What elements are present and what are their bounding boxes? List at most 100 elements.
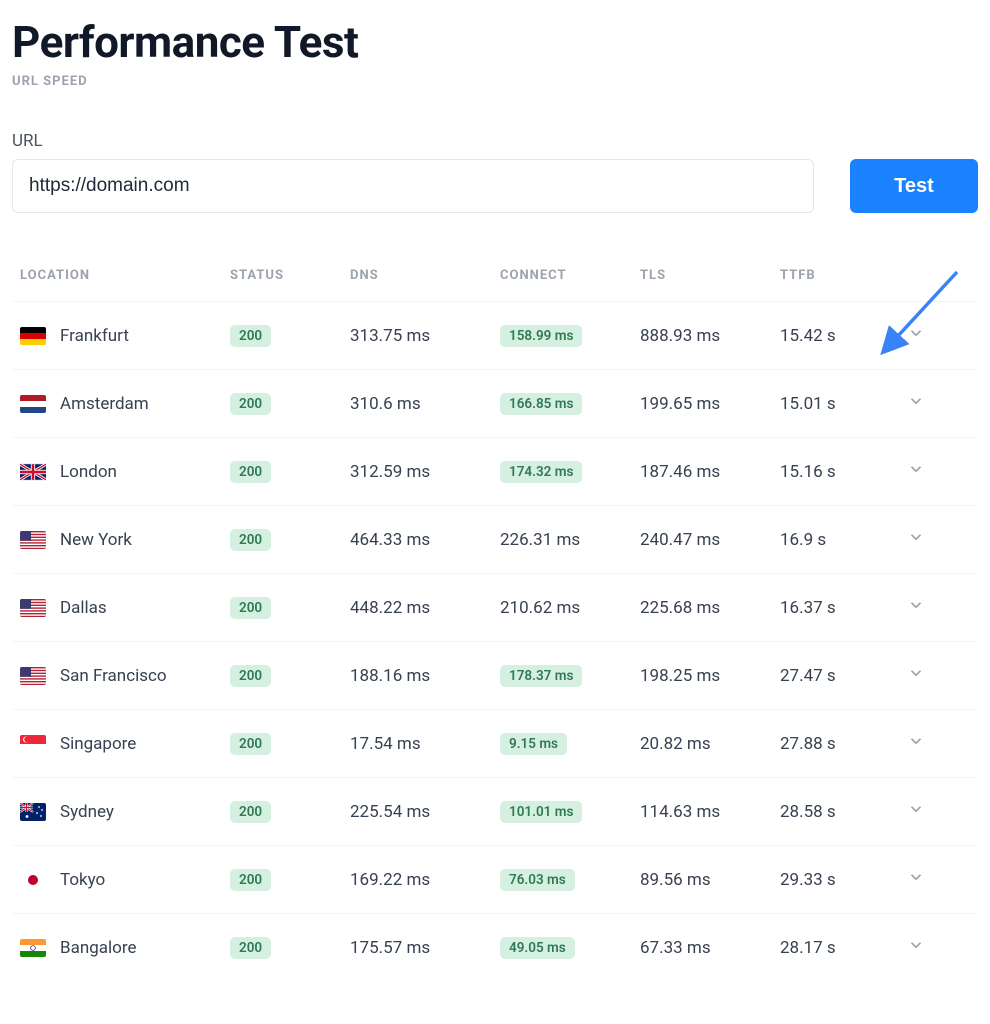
dns-value: 175.57 ms	[350, 938, 500, 958]
status-badge: 200	[230, 529, 271, 551]
tls-value: 888.93 ms	[640, 326, 780, 346]
location-name: Tokyo	[60, 870, 105, 890]
connect-value: 76.03 ms	[500, 869, 575, 891]
tls-value: 199.65 ms	[640, 394, 780, 414]
dns-value: 464.33 ms	[350, 530, 500, 550]
chevron-down-icon[interactable]	[907, 664, 925, 682]
table-row: Singapore 200 17.54 ms 9.15 ms 20.82 ms …	[12, 709, 978, 777]
connect-value: 226.31 ms	[500, 530, 580, 550]
location-name: Singapore	[60, 734, 136, 754]
tls-value: 187.46 ms	[640, 462, 780, 482]
dns-value: 188.16 ms	[350, 666, 500, 686]
flag-icon	[20, 871, 46, 889]
test-button[interactable]: Test	[850, 159, 978, 213]
page-subtitle: URL SPEED	[12, 74, 978, 89]
tls-value: 114.63 ms	[640, 802, 780, 822]
table-header: LOCATION STATUS DNS CONNECT TLS TTFB	[12, 249, 978, 301]
dns-value: 310.6 ms	[350, 394, 500, 414]
ttfb-value: 15.42 s	[780, 326, 885, 346]
location-name: Dallas	[60, 598, 107, 618]
flag-icon	[20, 599, 46, 617]
col-status: STATUS	[230, 268, 350, 283]
col-tls: TLS	[640, 268, 780, 283]
flag-icon	[20, 463, 46, 481]
url-label: URL	[12, 131, 978, 151]
status-badge: 200	[230, 597, 271, 619]
connect-value: 166.85 ms	[500, 393, 582, 415]
ttfb-value: 15.16 s	[780, 462, 885, 482]
ttfb-value: 29.33 s	[780, 870, 885, 890]
table-row: Bangalore 200 175.57 ms 49.05 ms 67.33 m…	[12, 913, 978, 981]
ttfb-value: 16.37 s	[780, 598, 885, 618]
chevron-down-icon[interactable]	[907, 528, 925, 546]
chevron-down-icon[interactable]	[907, 936, 925, 954]
status-badge: 200	[230, 801, 271, 823]
ttfb-value: 27.88 s	[780, 734, 885, 754]
chevron-down-icon[interactable]	[907, 868, 925, 886]
tls-value: 198.25 ms	[640, 666, 780, 686]
status-badge: 200	[230, 461, 271, 483]
table-row: Amsterdam 200 310.6 ms 166.85 ms 199.65 …	[12, 369, 978, 437]
chevron-down-icon[interactable]	[907, 460, 925, 478]
status-badge: 200	[230, 665, 271, 687]
location-name: San Francisco	[60, 666, 167, 686]
connect-value: 158.99 ms	[500, 325, 582, 347]
flag-icon	[20, 667, 46, 685]
url-input[interactable]	[12, 159, 814, 213]
table-row: San Francisco 200 188.16 ms 178.37 ms 19…	[12, 641, 978, 709]
connect-value: 178.37 ms	[500, 665, 582, 687]
col-location: LOCATION	[20, 268, 230, 283]
tls-value: 225.68 ms	[640, 598, 780, 618]
status-badge: 200	[230, 393, 271, 415]
flag-icon	[20, 803, 46, 821]
tls-value: 20.82 ms	[640, 734, 780, 754]
status-badge: 200	[230, 733, 271, 755]
location-name: Amsterdam	[60, 394, 149, 414]
col-dns: DNS	[350, 268, 500, 283]
connect-value: 49.05 ms	[500, 937, 575, 959]
table-row: New York 200 464.33 ms 226.31 ms 240.47 …	[12, 505, 978, 573]
chevron-down-icon[interactable]	[907, 800, 925, 818]
location-name: London	[60, 462, 117, 482]
connect-value: 210.62 ms	[500, 598, 580, 618]
connect-value: 9.15 ms	[500, 733, 567, 755]
dns-value: 169.22 ms	[350, 870, 500, 890]
flag-icon	[20, 395, 46, 413]
flag-icon	[20, 735, 46, 753]
page-title: Performance Test	[12, 16, 978, 68]
dns-value: 17.54 ms	[350, 734, 500, 754]
status-badge: 200	[230, 325, 271, 347]
results-table: LOCATION STATUS DNS CONNECT TLS TTFB Fra…	[12, 249, 978, 981]
ttfb-value: 27.47 s	[780, 666, 885, 686]
chevron-down-icon[interactable]	[907, 732, 925, 750]
tls-value: 240.47 ms	[640, 530, 780, 550]
dns-value: 313.75 ms	[350, 326, 500, 346]
ttfb-value: 15.01 s	[780, 394, 885, 414]
chevron-down-icon[interactable]	[907, 392, 925, 410]
tls-value: 67.33 ms	[640, 938, 780, 958]
status-badge: 200	[230, 937, 271, 959]
dns-value: 225.54 ms	[350, 802, 500, 822]
col-connect: CONNECT	[500, 268, 640, 283]
location-name: Sydney	[60, 802, 114, 822]
chevron-down-icon[interactable]	[907, 596, 925, 614]
ttfb-value: 28.58 s	[780, 802, 885, 822]
table-row: London 200 312.59 ms 174.32 ms 187.46 ms…	[12, 437, 978, 505]
tls-value: 89.56 ms	[640, 870, 780, 890]
dns-value: 312.59 ms	[350, 462, 500, 482]
flag-icon	[20, 939, 46, 957]
ttfb-value: 28.17 s	[780, 938, 885, 958]
location-name: New York	[60, 530, 132, 550]
table-row: Sydney 200 225.54 ms 101.01 ms 114.63 ms…	[12, 777, 978, 845]
table-row: Dallas 200 448.22 ms 210.62 ms 225.68 ms…	[12, 573, 978, 641]
flag-icon	[20, 531, 46, 549]
chevron-down-icon[interactable]	[907, 324, 925, 342]
ttfb-value: 16.9 s	[780, 530, 885, 550]
connect-value: 174.32 ms	[500, 461, 582, 483]
flag-icon	[20, 327, 46, 345]
table-row: Tokyo 200 169.22 ms 76.03 ms 89.56 ms 29…	[12, 845, 978, 913]
location-name: Bangalore	[60, 938, 136, 958]
location-name: Frankfurt	[60, 326, 129, 346]
dns-value: 448.22 ms	[350, 598, 500, 618]
table-row: Frankfurt 200 313.75 ms 158.99 ms 888.93…	[12, 301, 978, 369]
